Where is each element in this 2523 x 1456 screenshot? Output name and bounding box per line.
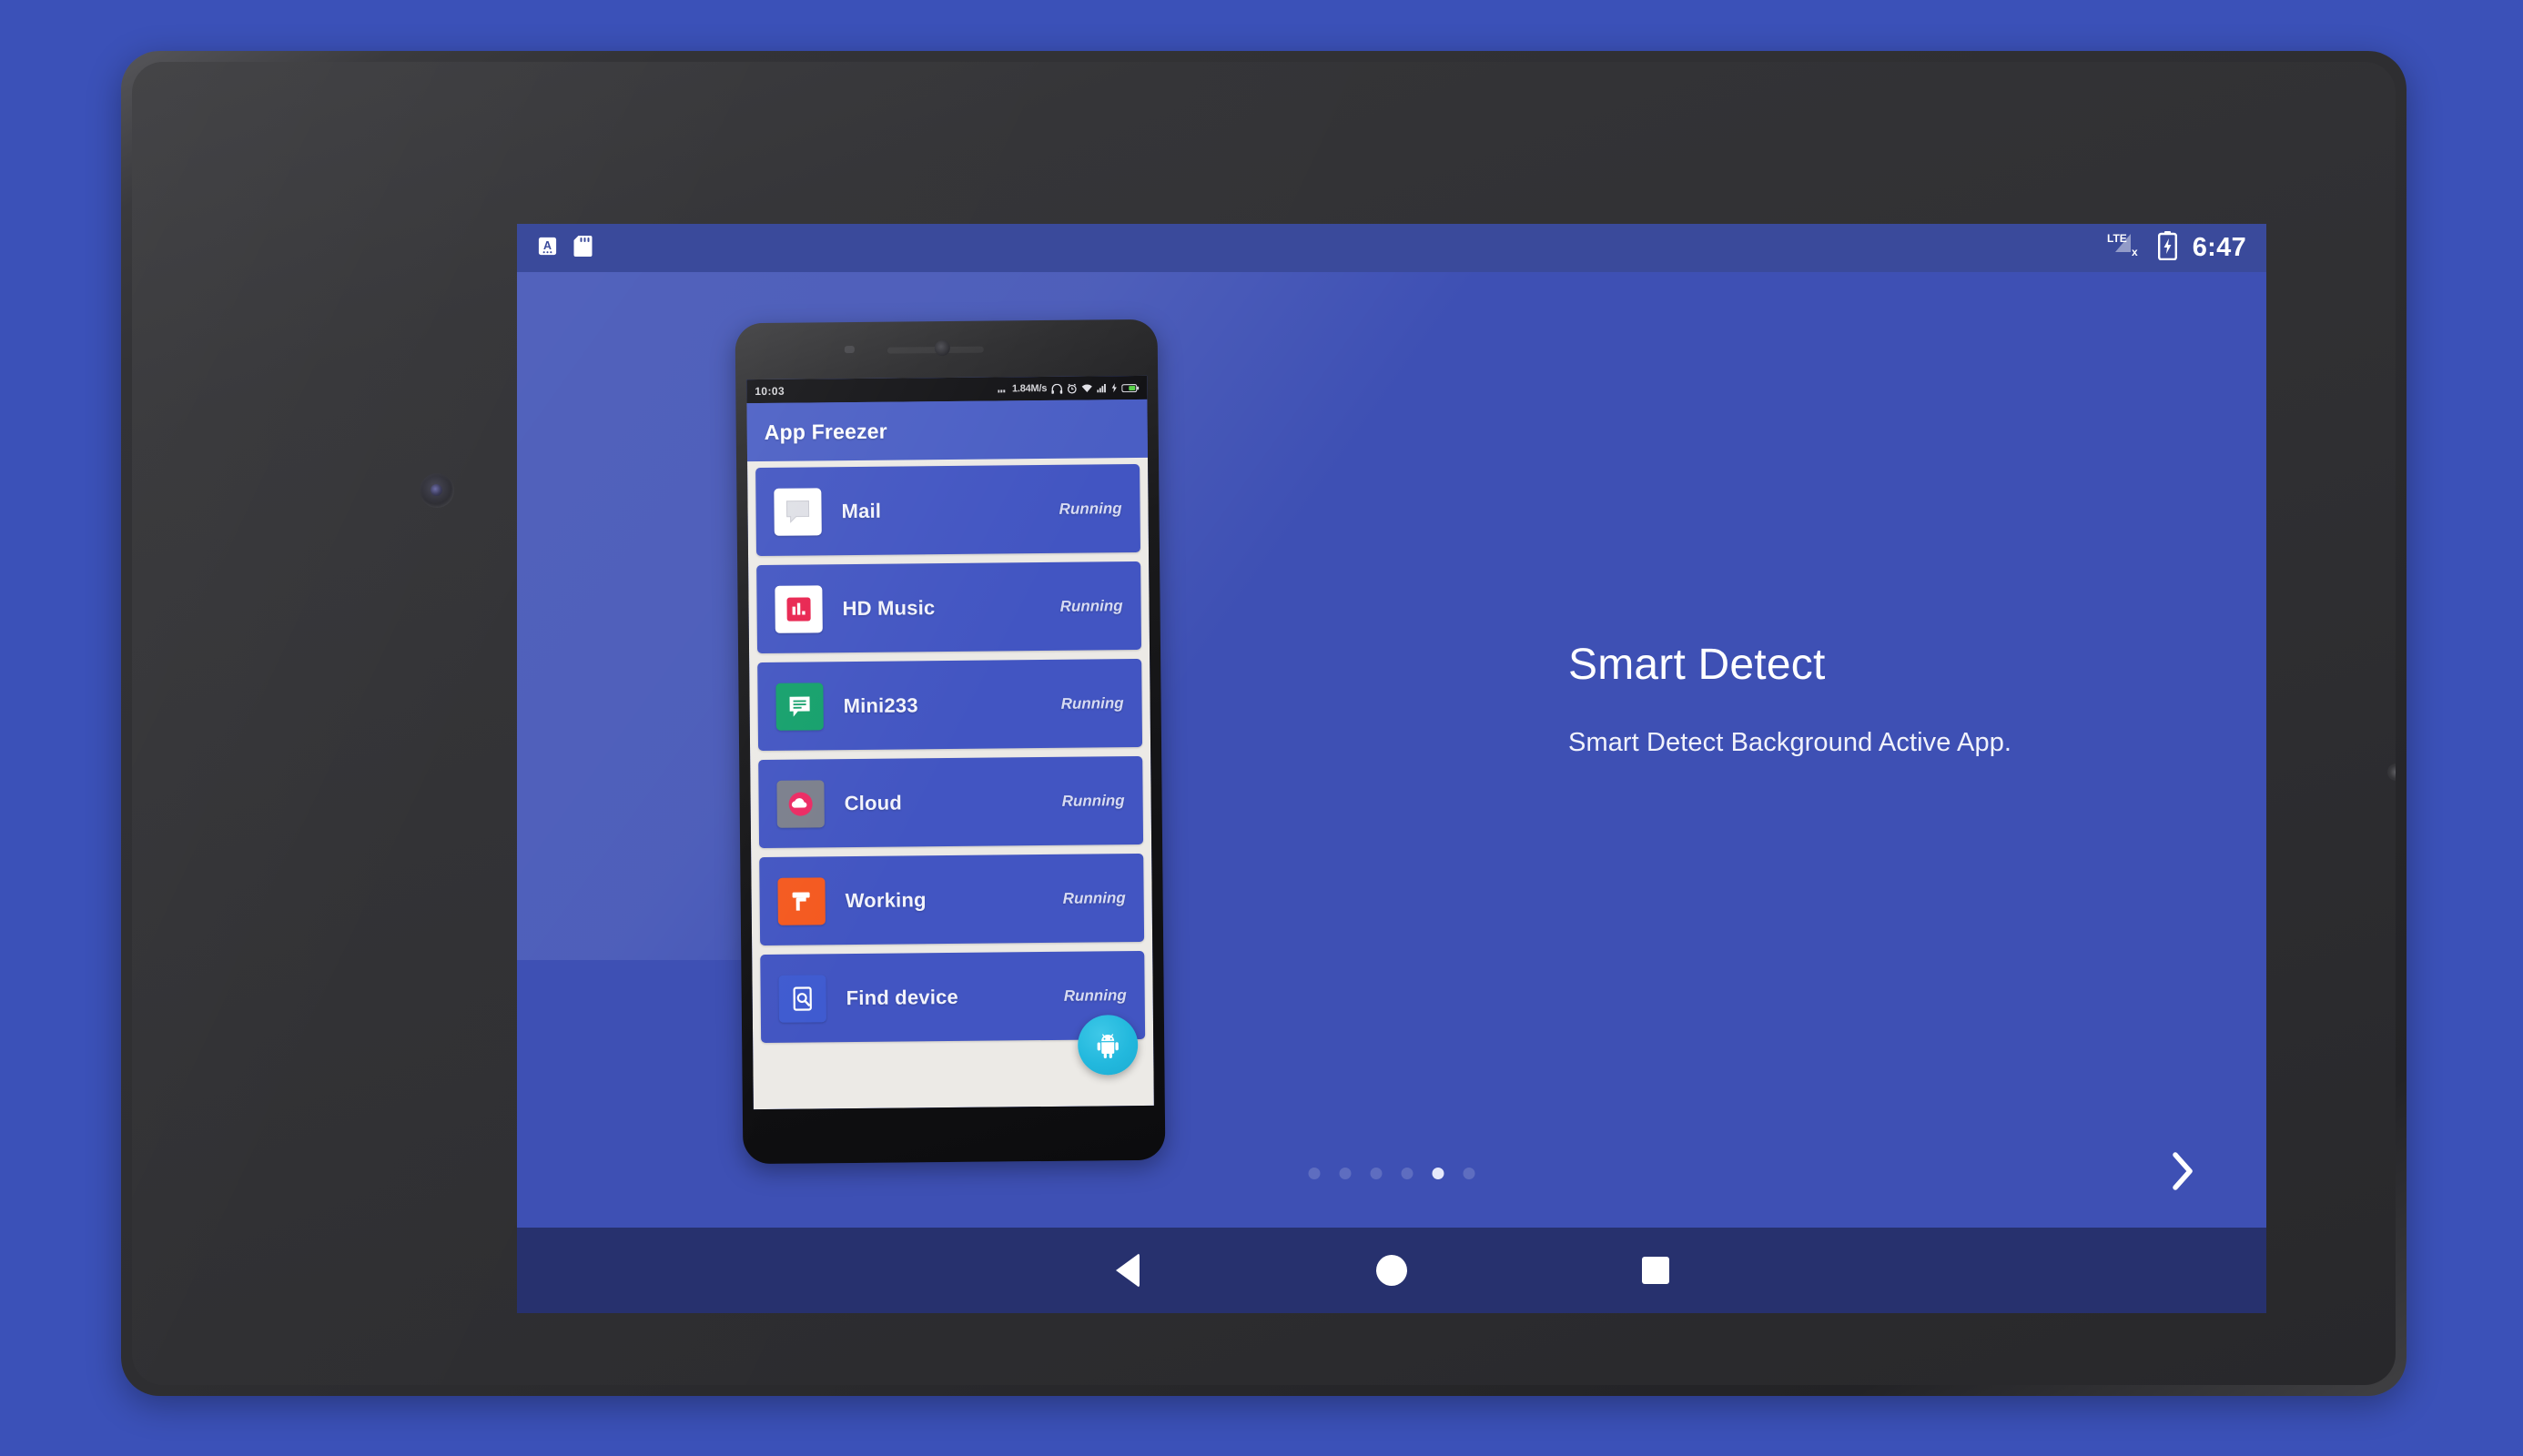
app-status: Running [1059,596,1123,615]
pager-dot-5[interactable] [1432,1168,1444,1179]
app-name: Mini233 [843,693,918,717]
page-subtitle: Smart Detect Background Active App. [1568,728,2012,757]
page-title: Smart Detect [1568,641,1826,689]
cloud-icon [776,779,825,828]
data-activity-icon [997,389,1005,393]
phone-app-title: App Freezer [764,419,887,444]
signal-lte-icon: LTE x [2104,230,2146,266]
phone-network-speed: 1.84M/s [1011,382,1048,395]
home-button[interactable] [1260,1228,1524,1313]
list-item[interactable]: Cloud Running [758,755,1144,849]
phone-app-list: Mail Running HD Music Running Mini233 Ru… [747,457,1154,1110]
list-item[interactable]: HD Music Running [756,561,1142,654]
recents-button[interactable] [1524,1228,1788,1313]
square-recents-icon [1642,1257,1669,1284]
signal-icon [1097,383,1106,393]
alarm-icon [1067,383,1077,394]
status-bar-left-icons: A [537,235,593,261]
front-camera-icon [420,473,454,508]
ambient-sensor-icon [2387,763,2396,781]
pager-dot-2[interactable] [1339,1168,1352,1179]
list-item[interactable]: Mini233 Running [757,658,1143,752]
phone-battery-icon [1121,383,1140,392]
app-name: Mail [841,499,882,522]
sd-card-icon [573,235,593,261]
tablet-bezel: A LTE x 6:47 10:03 1.84M/s App Freezer M… [132,62,2396,1385]
headset-icon [1051,383,1063,394]
phone-screen: 10:03 1.84M/s App Freezer Mail Running H… [746,375,1154,1110]
equalizer-icon [775,584,823,633]
triangle-back-icon [1116,1253,1140,1288]
svg-text:A: A [543,238,552,251]
onboarding-copy: Smart Detect Smart Detect Background Act… [1568,640,2224,758]
charging-bolt-icon [1111,383,1117,393]
android-robot-icon[interactable] [1077,1015,1139,1076]
android-navigation-bar [517,1228,2266,1313]
wifi-icon [1081,384,1092,392]
pager-dots [1308,1168,1475,1179]
pager-dot-3[interactable] [1370,1168,1383,1179]
pager-dot-1[interactable] [1308,1168,1321,1179]
chat-bubble-icon [774,487,822,536]
status-bar-right-icons: LTE x 6:47 [2104,230,2246,266]
phone-clock: 10:03 [755,384,785,399]
svg-text:x: x [2132,246,2138,258]
app-name: Cloud [844,791,903,814]
pager-dot-6[interactable] [1463,1168,1475,1179]
app-status: Running [1063,986,1127,1005]
paint-roller-icon [777,876,826,925]
app-name: Find device [846,985,959,1009]
pager-dot-4[interactable] [1401,1168,1413,1179]
next-button[interactable] [2157,1146,2208,1197]
status-bar-clock: 6:47 [2192,233,2246,262]
app-status: Running [1060,693,1124,713]
phone-mockup: 10:03 1.84M/s App Freezer Mail Running H… [735,318,1166,1165]
app-status: Running [1062,888,1126,907]
app-name: HD Music [842,595,936,620]
list-item[interactable]: Mail Running [755,463,1141,557]
onboarding-page: 10:03 1.84M/s App Freezer Mail Running H… [517,272,2266,1228]
back-button[interactable] [996,1228,1260,1313]
tablet-device: A LTE x 6:47 10:03 1.84M/s App Freezer M… [121,51,2406,1396]
list-item[interactable]: Working Running [759,853,1145,946]
app-name: Working [845,887,927,912]
circle-home-icon [1376,1255,1407,1286]
phone-front-camera-icon [934,339,950,357]
screenshot-capture-icon: A [537,236,558,261]
phone-body: 10:03 1.84M/s App Freezer Mail Running H… [735,318,1166,1165]
app-status: Running [1059,499,1122,518]
app-status: Running [1061,791,1125,810]
message-lines-icon [775,682,824,731]
tablet-screen: A LTE x 6:47 10:03 1.84M/s App Freezer M… [517,224,2266,1313]
phone-app-bar: App Freezer [746,399,1149,462]
phone-status-icons: 1.84M/s [997,382,1140,395]
device-search-icon [778,974,826,1023]
battery-charging-icon [2157,231,2177,265]
system-status-bar: A LTE x 6:47 [517,224,2266,272]
phone-proximity-sensor-icon [844,345,855,354]
